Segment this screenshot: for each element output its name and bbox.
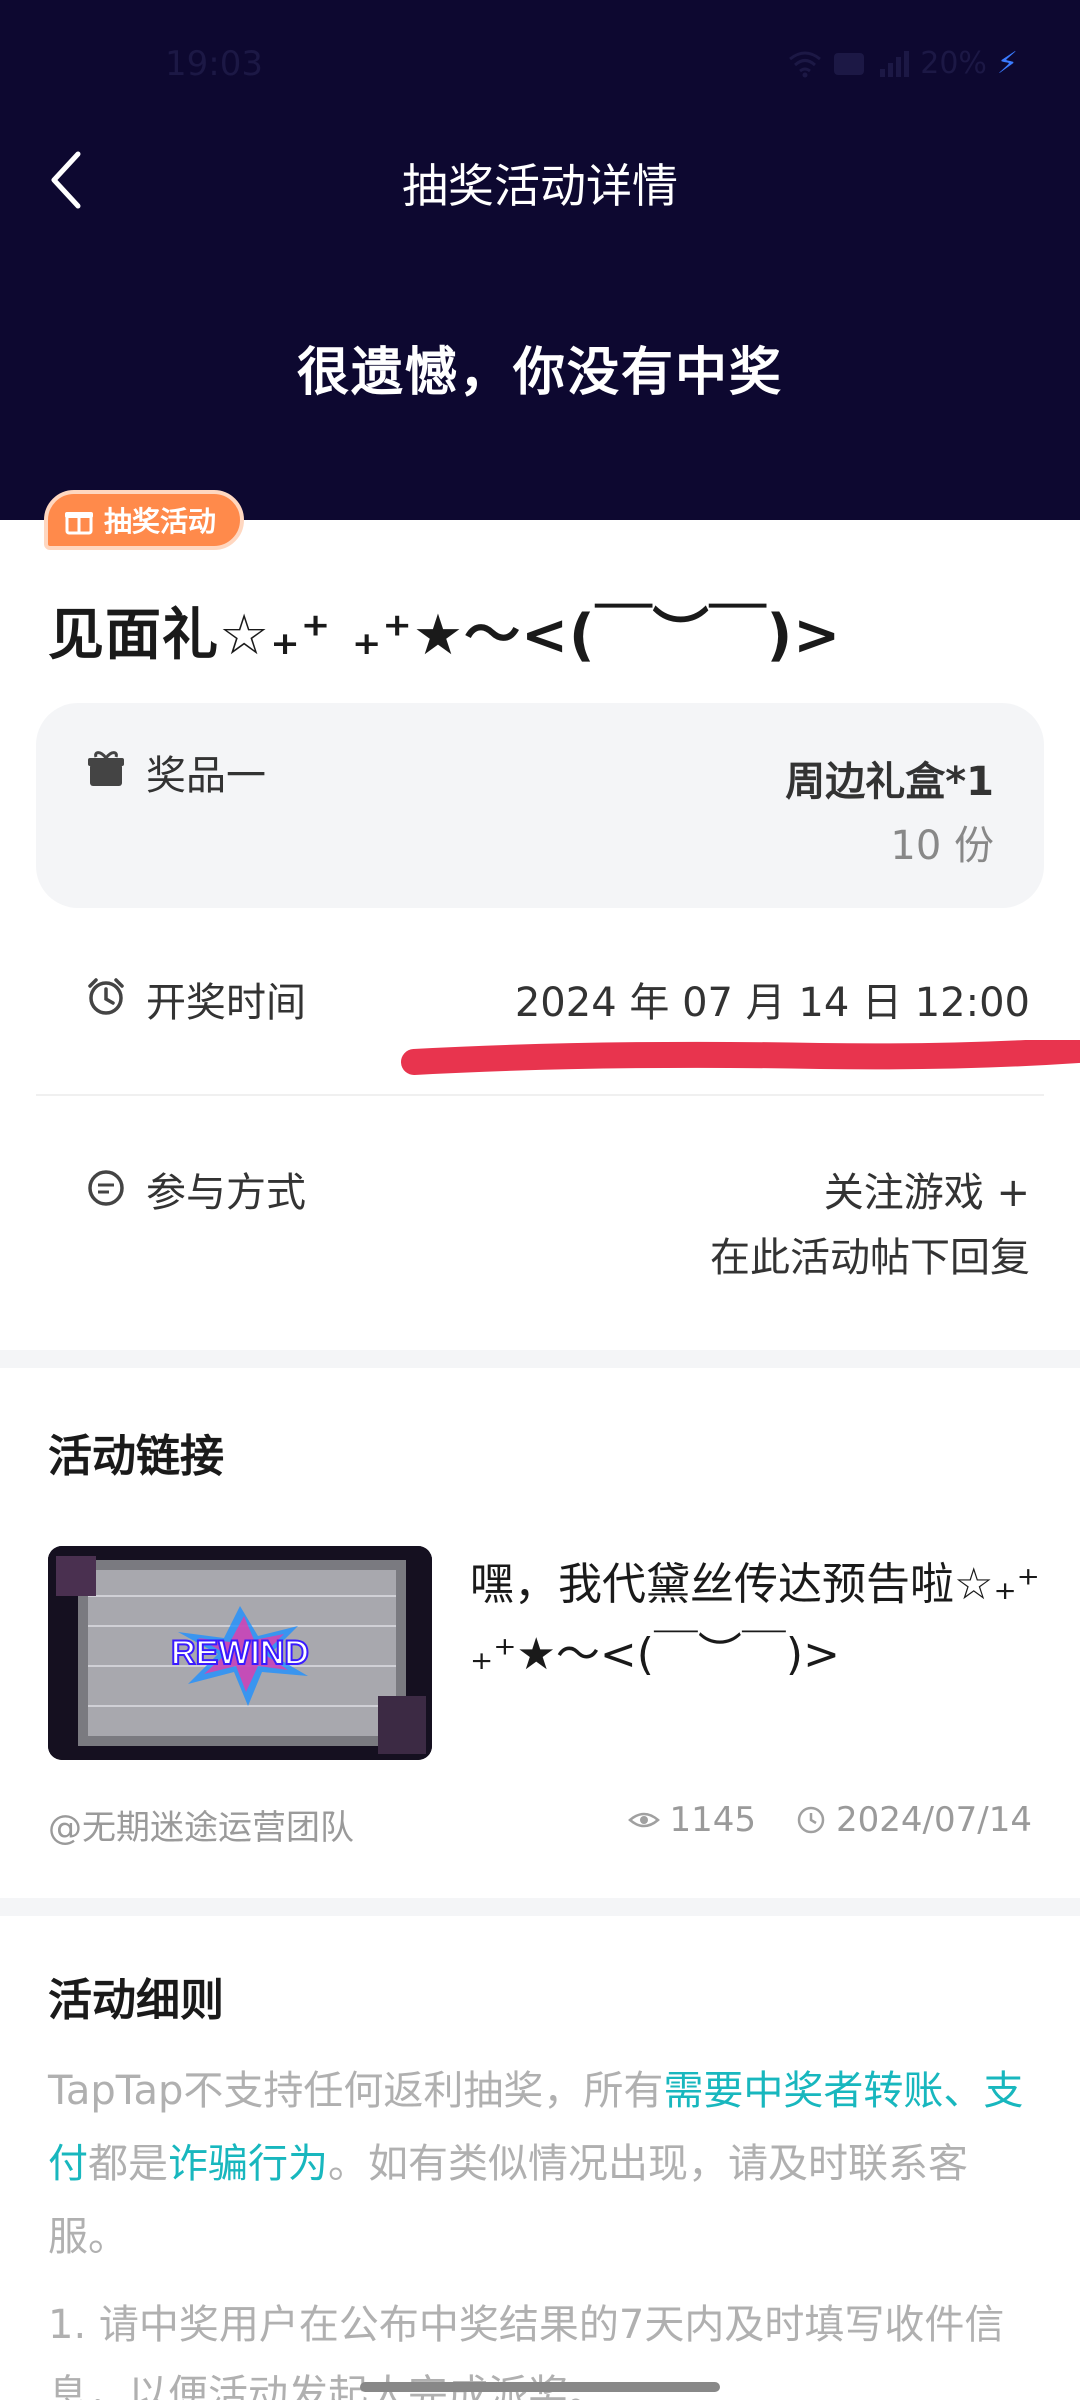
status-time: 19:03 [165, 44, 263, 84]
section-gap [0, 1898, 1080, 1916]
linked-post-stats: 1145 2024/07/14 [627, 1800, 1032, 1840]
participation-step-1: 关注游戏 + [823, 1170, 1030, 1216]
draw-time-value: 2024 年 07 月 14 日 12:00 [514, 980, 1030, 1026]
thumbnail-logo-text: REWIND [171, 1634, 309, 1672]
badge-label: 抽奖活动 [104, 505, 217, 538]
lottery-badge: 抽奖活动 [44, 490, 245, 550]
divider [36, 1094, 1044, 1096]
prize-quantity: 10 份 [890, 823, 994, 869]
hd-icon [834, 52, 865, 75]
battery-percent: 20% [920, 46, 987, 81]
wifi-icon [789, 51, 822, 77]
notice-text-mid: 都是 [88, 2141, 168, 2187]
page-title: 抽奖活动详情 [402, 159, 678, 213]
lottery-detail-card: 抽奖活动 见面礼☆₊⁺ ₊⁺★～<(￣︶￣)> 奖品一 周边礼盒*1 10 份 … [0, 490, 1080, 1350]
notice-text: TapTap不支持任何返利抽奖，所有 [48, 2068, 664, 2114]
alarm-clock-icon [88, 978, 124, 1015]
signal-icon [880, 50, 910, 77]
eye-icon [627, 1812, 660, 1828]
rules-title: 活动细则 [48, 1975, 224, 2026]
draw-time-label: 开奖时间 [146, 980, 306, 1026]
view-count: 1145 [669, 1800, 757, 1840]
prize-box: 奖品一 周边礼盒*1 10 份 [36, 703, 1044, 908]
prize-label: 奖品一 [146, 753, 266, 799]
participation-step-2: 在此活动帖下回复 [710, 1235, 1030, 1281]
status-icons: 20% ⚡ [788, 46, 1018, 81]
prize-name: 周边礼盒*1 [785, 759, 994, 805]
red-underline-annotation [401, 1040, 1080, 1075]
linked-post-title[interactable]: 嘿，我代黛丝传达预告啦☆₊⁺ ₊⁺★～<(￣︶￣)> [470, 1550, 1040, 1690]
gift-box-icon [88, 751, 124, 786]
gift-icon [65, 512, 93, 535]
linked-post-author[interactable]: @无期迷途运营团队 [48, 1800, 354, 1849]
clock-icon [797, 1806, 825, 1834]
post-title: 见面礼☆₊⁺ ₊⁺★～<(￣︶￣)> [48, 603, 842, 668]
header: 19:03 20% ⚡ 抽奖活动详情 很遗憾，你没有中奖 [0, 0, 1080, 520]
draw-result-text: 很遗憾，你没有中奖 [296, 343, 783, 403]
charging-icon: ⚡ [996, 46, 1018, 81]
status-bar: 19:03 20% ⚡ [0, 40, 1080, 94]
post-date: 2024/07/14 [836, 1800, 1032, 1840]
linked-post-thumbnail[interactable]: REWIND [48, 1546, 432, 1760]
chat-bubble-icon [88, 1170, 124, 1206]
activity-link-title: 活动链接 [48, 1431, 224, 1482]
home-indicator[interactable] [360, 2382, 720, 2392]
notice-highlight-fraud: 诈骗行为 [168, 2141, 328, 2187]
thumbnail-image: REWIND [48, 1546, 432, 1760]
anti-fraud-notice: TapTap不支持任何返利抽奖，所有需要中奖者转账、支付都是诈骗行为。如有类似情… [48, 2055, 1038, 2274]
section-gap [0, 1350, 1080, 1368]
participation-label: 参与方式 [146, 1170, 306, 1216]
